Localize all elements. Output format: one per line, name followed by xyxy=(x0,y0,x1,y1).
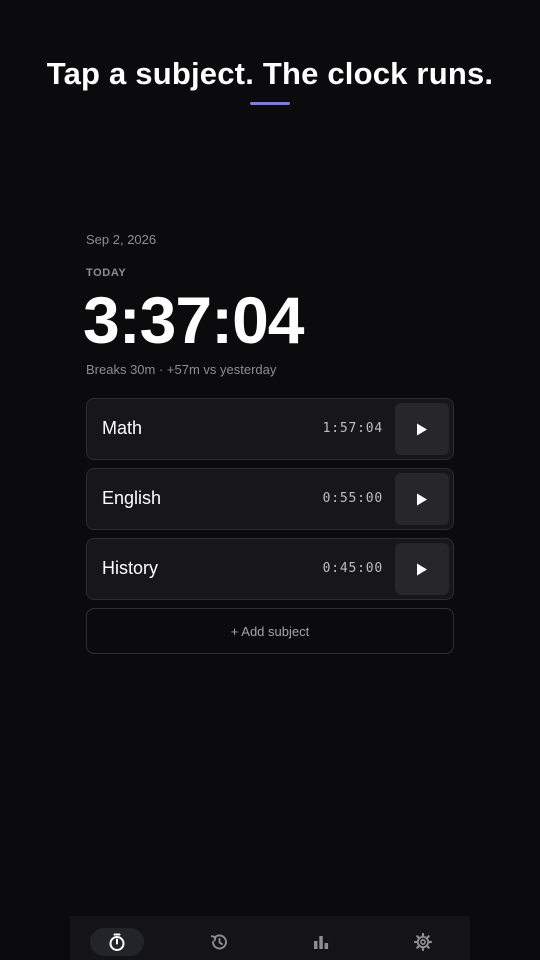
add-subject-button[interactable]: + Add subject xyxy=(86,608,454,654)
subject-row-english[interactable]: English 0:55:00 xyxy=(86,468,454,530)
play-button[interactable] xyxy=(395,543,449,595)
nav-tab-stats[interactable] xyxy=(294,928,348,956)
subject-name: English xyxy=(102,488,162,508)
page-headline: Tap a subject. The clock runs. xyxy=(46,56,494,91)
subject-time: 0:55:00 xyxy=(322,491,383,506)
subject-name: Math xyxy=(102,418,143,438)
subject-name: History xyxy=(102,558,159,578)
play-icon xyxy=(417,493,427,505)
current-date: Sep 2, 2026 xyxy=(86,232,157,247)
bar-chart-icon xyxy=(314,936,329,949)
subject-row-math[interactable]: Math 1:57:04 xyxy=(86,398,454,460)
subject-row-history[interactable]: History 0:45:00 xyxy=(86,538,454,600)
timer-screen: Tap a subject. The clock runs. Sep 2, 20… xyxy=(0,0,540,960)
break-summary: Breaks 30m · +57m vs yesterday xyxy=(86,362,277,377)
subject-list: Math 1:57:04 English 0:55:00 History 0:4… xyxy=(86,398,454,608)
gear-icon xyxy=(413,932,433,952)
play-button[interactable] xyxy=(395,473,449,525)
nav-tab-timer[interactable] xyxy=(90,928,144,956)
stopwatch-icon xyxy=(109,933,125,951)
subject-time: 0:45:00 xyxy=(322,561,383,576)
play-button[interactable] xyxy=(395,403,449,455)
nav-tab-settings[interactable] xyxy=(396,928,450,956)
history-icon xyxy=(210,934,227,950)
total-time-display: 3:37:04 xyxy=(83,283,304,357)
play-icon xyxy=(417,563,427,575)
bottom-navigation xyxy=(70,916,470,960)
today-label: TODAY xyxy=(86,267,127,279)
play-icon xyxy=(417,423,427,435)
subject-time: 1:57:04 xyxy=(322,421,383,436)
nav-tab-history[interactable] xyxy=(192,928,246,956)
headline-accent-bar xyxy=(250,102,290,105)
